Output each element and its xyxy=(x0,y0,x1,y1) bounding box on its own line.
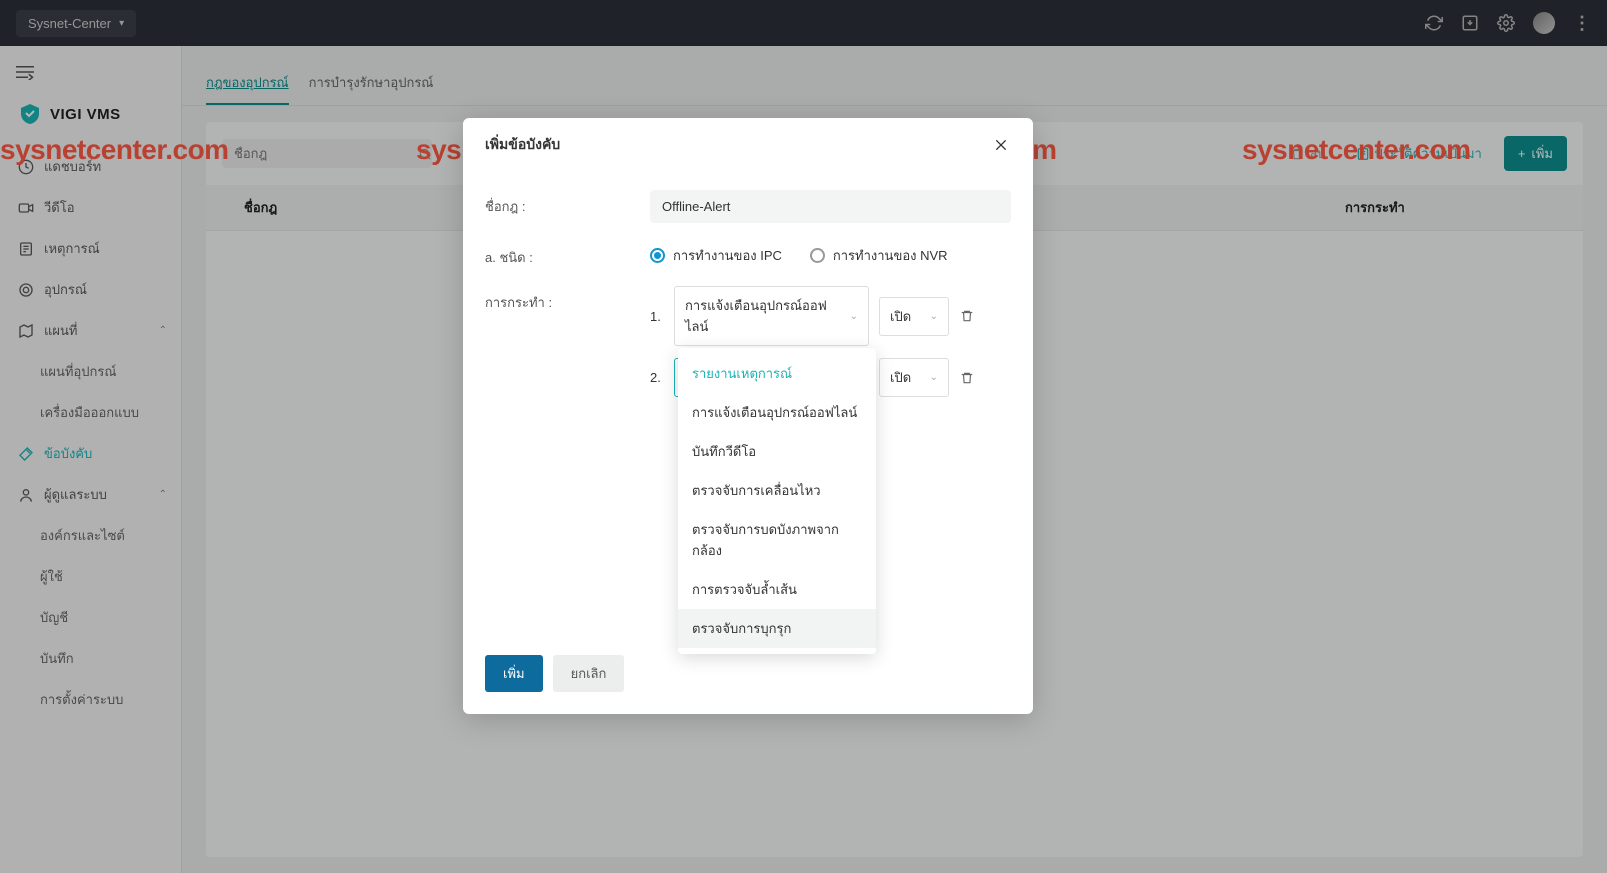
chevron-down-icon: ⌄ xyxy=(850,311,858,322)
radio-icon xyxy=(810,248,825,263)
trash-icon[interactable] xyxy=(959,370,975,386)
action-row: 1. การแจ้งเตือนอุปกรณ์ออฟไลน์⌄ เปิด⌄ xyxy=(650,286,1011,346)
dropdown-item[interactable]: การแจ้งเตือนอุปกรณ์ออฟไลน์ xyxy=(678,393,876,432)
dropdown-item[interactable]: รายงานเหตุการณ์ xyxy=(678,354,876,393)
chevron-down-icon: ⌄ xyxy=(930,311,938,322)
dropdown-item[interactable]: ตรวจจับการบุกรุก xyxy=(678,609,876,648)
trash-icon[interactable] xyxy=(959,308,975,324)
select-value: เปิด xyxy=(890,367,911,388)
dropdown-item[interactable]: การตรวจจับล้ำเส้น xyxy=(678,570,876,609)
cancel-button[interactable]: ยกเลิก xyxy=(553,655,625,692)
row-num: 2. xyxy=(650,370,664,385)
modal-foot: เพิ่ม ยกเลิก xyxy=(463,655,1033,714)
rule-name-input[interactable] xyxy=(650,190,1011,223)
radio-label: การทำงานของ NVR xyxy=(833,245,948,266)
label-type: a. ชนิด : xyxy=(485,241,630,268)
select-value: เปิด xyxy=(890,306,911,327)
select-value: การแจ้งเตือนอุปกรณ์ออฟไลน์ xyxy=(685,295,850,337)
dropdown: รายงานเหตุการณ์ การแจ้งเตือนอุปกรณ์ออฟไล… xyxy=(678,348,876,654)
form-row-type: a. ชนิด : การทำงานของ IPC การทำงานของ NV… xyxy=(485,241,1011,268)
state-select-1[interactable]: เปิด ⌄ xyxy=(879,297,949,336)
radio-label: การทำงานของ IPC xyxy=(673,245,782,266)
dropdown-item[interactable]: ตรวจจับการบดบังภาพจากกล้อง xyxy=(678,510,876,570)
action-select-1[interactable]: การแจ้งเตือนอุปกรณ์ออฟไลน์⌄ xyxy=(674,286,869,346)
radio-icon xyxy=(650,248,665,263)
label-action: การกระทำ : xyxy=(485,286,630,313)
add-confirm-button[interactable]: เพิ่ม xyxy=(485,655,543,692)
dropdown-item[interactable]: ตรวจจับการเคลื่อนไหว xyxy=(678,471,876,510)
modal-title: เพิ่มข้อบังคับ xyxy=(485,134,560,156)
chevron-down-icon: ⌄ xyxy=(930,372,938,383)
modal-head: เพิ่มข้อบังคับ xyxy=(463,118,1033,164)
form-row-name: ชื่อกฎ : xyxy=(485,190,1011,223)
dropdown-item[interactable]: บันทึกวีดีโอ xyxy=(678,432,876,471)
radio-ipc[interactable]: การทำงานของ IPC xyxy=(650,245,782,266)
radio-nvr[interactable]: การทำงานของ NVR xyxy=(810,245,948,266)
label-name: ชื่อกฎ : xyxy=(485,190,630,217)
row-num: 1. xyxy=(650,309,664,324)
state-select-2[interactable]: เปิด ⌄ xyxy=(879,358,949,397)
close-icon[interactable] xyxy=(991,135,1011,155)
